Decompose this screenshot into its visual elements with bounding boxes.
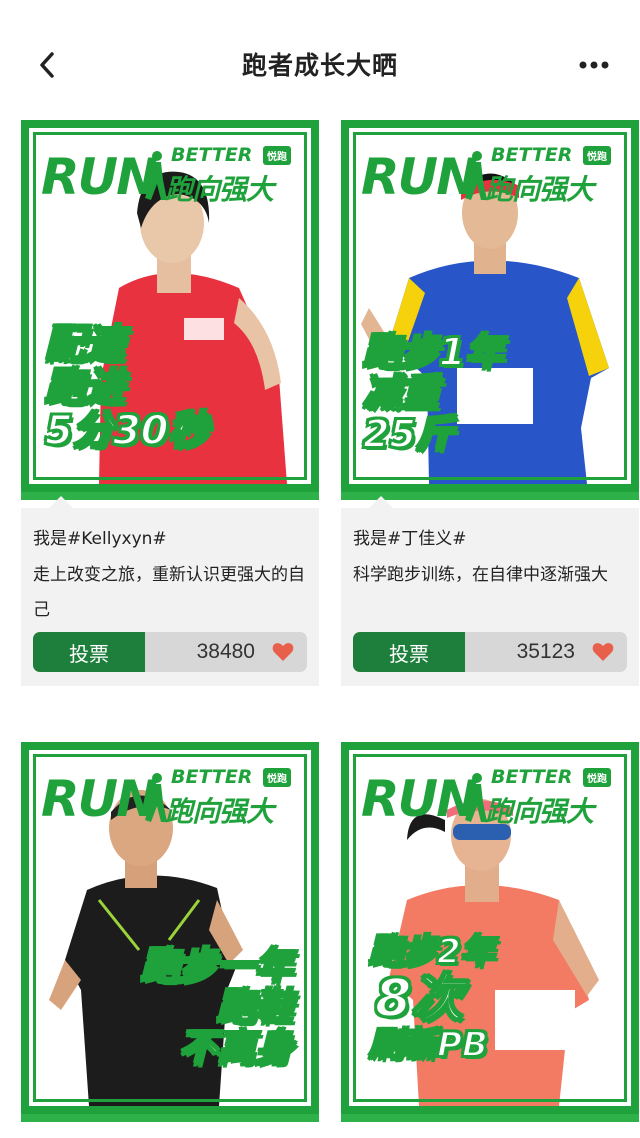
runner-card[interactable]: RUN BETTER 悦跑 跑向强大 跑步1年 减重 25斤 我是#丁佳义# 科… — [341, 120, 639, 688]
runner-poster[interactable]: RUN BETTER 悦跑 跑向强大 配速 跑进 5分30秒 — [21, 120, 319, 500]
vote-button[interactable]: 投票 — [33, 632, 145, 672]
run-better-logo: RUN BETTER 悦跑 跑向强大 — [41, 142, 301, 212]
runner-poster[interactable]: RUN BETTER 悦跑 跑向强大 跑步一年 跑鞋 不离身 — [21, 742, 319, 1122]
vote-button[interactable]: 投票 — [353, 632, 465, 672]
vote-bar: 投票 38480 — [33, 632, 307, 672]
user-tag[interactable]: 我是#Kellyxyn# — [33, 524, 167, 549]
card-description: 走上改变之旅，重新认识更强大的自己 — [33, 565, 305, 620]
card-info: 我是#Kellyxyn# 走上改变之旅，重新认识更强大的自己 投票 38480 — [21, 496, 319, 686]
heart-icon[interactable] — [271, 640, 295, 664]
runner-card[interactable]: RUN BETTER 悦跑 跑向强大 配速 跑进 5分30秒 我是#Kellyx… — [21, 120, 319, 688]
vote-count: 38480 — [196, 640, 255, 663]
more-dots-icon — [579, 61, 609, 69]
poster-slogan: 跑步2年 8次 刷新PB — [368, 932, 496, 1065]
top-bar: 跑者成长大晒 — [0, 0, 640, 118]
runner-poster[interactable]: RUN BETTER 悦跑 跑向强大 跑步1年 减重 25斤 — [341, 120, 639, 500]
poster-slogan: 跑步1年 减重 25斤 — [362, 330, 504, 457]
poster-slogan: 配速 跑进 5分30秒 — [44, 322, 209, 455]
vote-bar: 投票 35123 — [353, 632, 627, 672]
card-info: 我是#丁佳义# 科学跑步训练，在自律中逐渐强大 投票 35123 — [341, 496, 639, 686]
more-button[interactable] — [572, 50, 616, 80]
heart-icon[interactable] — [591, 640, 615, 664]
run-better-logo: RUN BETTER 悦跑 跑向强大 — [361, 142, 621, 212]
run-better-logo: RUN BETTER 悦跑 跑向强大 — [41, 764, 301, 834]
runner-card[interactable]: RUN BETTER 悦跑 跑向强大 跑步2年 8次 刷新PB — [341, 742, 639, 1138]
user-tag[interactable]: 我是#丁佳义# — [353, 524, 467, 549]
runner-poster[interactable]: RUN BETTER 悦跑 跑向强大 跑步2年 8次 刷新PB — [341, 742, 639, 1122]
page-title: 跑者成长大晒 — [241, 51, 398, 80]
card-description: 科学跑步训练，在自律中逐渐强大 — [353, 565, 608, 585]
vote-count: 35123 — [516, 640, 575, 663]
runner-card[interactable]: RUN BETTER 悦跑 跑向强大 跑步一年 跑鞋 不离身 — [21, 742, 319, 1138]
poster-slogan: 跑步一年 跑鞋 不离身 — [140, 944, 294, 1071]
run-better-logo: RUN BETTER 悦跑 跑向强大 — [361, 764, 621, 834]
